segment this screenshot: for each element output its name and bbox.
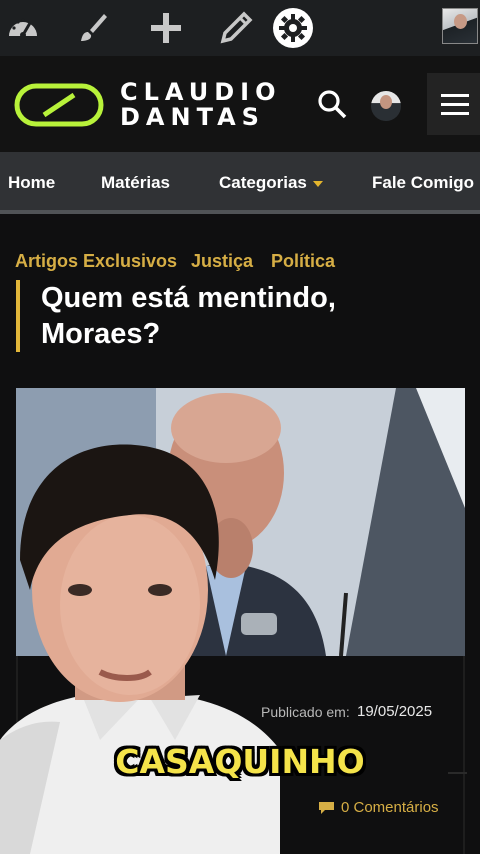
customize-brush-icon[interactable] bbox=[72, 8, 112, 48]
article-title: Quem está mentindo, Moraes? bbox=[41, 282, 336, 350]
new-plus-icon[interactable] bbox=[146, 8, 186, 48]
settings-gear-icon[interactable] bbox=[273, 8, 313, 48]
search-icon[interactable] bbox=[316, 88, 348, 120]
dashboard-icon[interactable] bbox=[3, 8, 43, 48]
menu-line-icon bbox=[441, 93, 469, 97]
site-header: CLAUDIO DANTAS bbox=[0, 56, 480, 152]
comments-link[interactable]: 0 Comentários bbox=[318, 799, 439, 816]
category-link[interactable]: Artigos Exclusivos bbox=[15, 251, 177, 272]
category-link[interactable]: Justiça bbox=[191, 251, 253, 272]
nav-item-home[interactable]: Home bbox=[8, 152, 55, 214]
menu-line-icon bbox=[441, 102, 469, 106]
nav-item-materias[interactable]: Matérias bbox=[101, 152, 170, 214]
nav-item-categorias[interactable]: Categorias bbox=[219, 152, 323, 214]
menu-line-icon bbox=[441, 111, 469, 115]
presenter-figure bbox=[0, 444, 280, 854]
logo-line-1: CLAUDIO bbox=[120, 78, 282, 106]
comments-count: 0 Comentários bbox=[341, 799, 439, 816]
presenter-video-overlay bbox=[0, 440, 280, 854]
admin-avatar[interactable] bbox=[442, 8, 478, 44]
comment-bubble-icon bbox=[319, 801, 334, 814]
logo-mark-icon[interactable] bbox=[14, 82, 104, 128]
admin-bar bbox=[0, 0, 480, 56]
hamburger-menu-button[interactable] bbox=[427, 73, 480, 135]
logo-line-2: DANTAS bbox=[120, 103, 265, 131]
nav-categorias-label: Categorias bbox=[219, 173, 307, 192]
category-link[interactable]: Política bbox=[271, 251, 335, 272]
edit-pencil-icon[interactable] bbox=[216, 8, 256, 48]
chevron-down-icon bbox=[312, 180, 323, 187]
site-logo-text[interactable]: CLAUDIO DANTAS bbox=[120, 80, 281, 130]
published-date: 19/05/2025 bbox=[357, 703, 433, 720]
nav-item-fale-comigo[interactable]: Fale Comigo bbox=[372, 152, 474, 214]
title-accent-bar bbox=[16, 280, 20, 352]
video-caption: CASAQUINHO bbox=[115, 742, 365, 781]
user-avatar[interactable] bbox=[371, 91, 401, 121]
main-nav: Home Matérias Categorias Fale Comigo bbox=[0, 152, 480, 214]
